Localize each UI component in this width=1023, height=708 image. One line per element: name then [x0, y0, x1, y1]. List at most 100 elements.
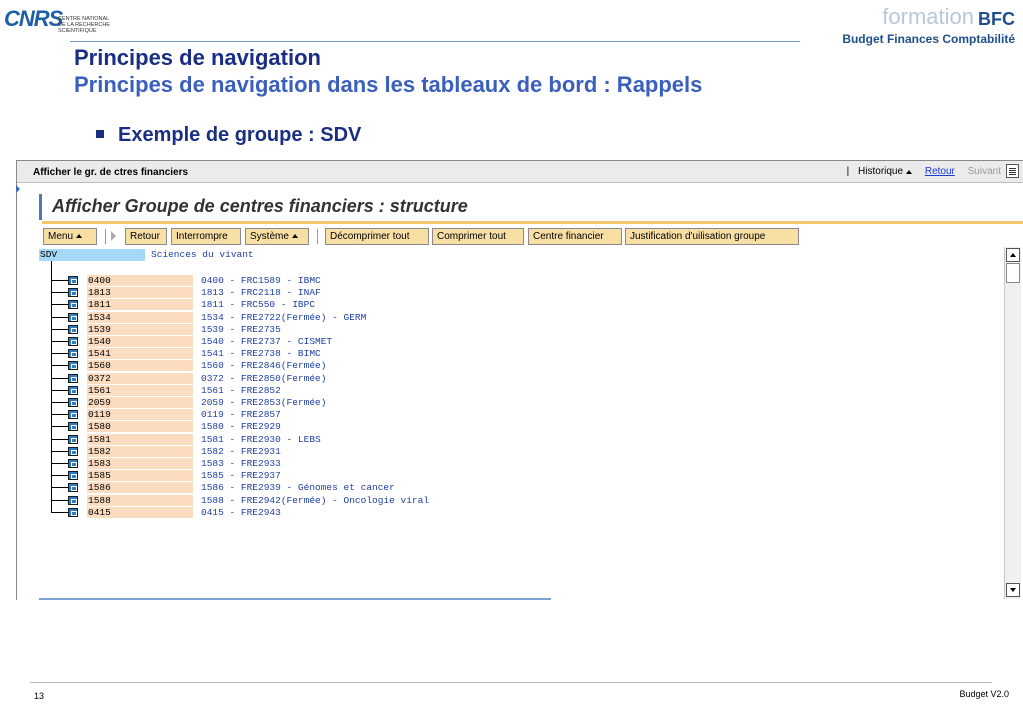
- tree-row-text: 1534 - FRE2722(Fermée) - GERM: [201, 311, 367, 323]
- table-row[interactable]: 0119 0119 - FRE2857: [39, 409, 1005, 421]
- tree-row-key: 1583: [87, 458, 193, 469]
- table-row[interactable]: 1813 1813 - FRC2118 - INAF: [39, 287, 1005, 299]
- expand-node-icon[interactable]: [68, 324, 78, 334]
- expand-node-icon[interactable]: [68, 459, 78, 468]
- slide-subtitle: Principes de navigation dans les tableau…: [74, 72, 703, 97]
- expand-node-icon[interactable]: [68, 446, 78, 456]
- justification-button[interactable]: Justification d'uilisation groupe: [625, 228, 799, 245]
- decomprimer-tout-button[interactable]: Décomprimer tout: [325, 228, 429, 245]
- table-row[interactable]: 1580 1580 - FRE2929: [39, 421, 1005, 433]
- tree-root-text: Sciences du vivant: [151, 249, 254, 260]
- systeme-button-label: Système: [250, 231, 289, 242]
- expand-node-icon[interactable]: [68, 361, 78, 371]
- centre-financier-button[interactable]: Centre financier: [528, 228, 622, 245]
- comprimer-tout-button[interactable]: Comprimer tout: [432, 228, 524, 245]
- tree-connector-line: [51, 426, 68, 428]
- tree-row-key: 1811: [87, 299, 193, 311]
- expand-node-icon[interactable]: [68, 300, 78, 310]
- tree-connector-line: [51, 511, 68, 513]
- expand-node-icon[interactable]: [68, 337, 78, 346]
- scroll-up-icon[interactable]: [1006, 248, 1020, 262]
- tree-row-key: 1586: [87, 482, 193, 494]
- table-row[interactable]: 1588 1588 - FRE2942(Fermée) - Oncologie v…: [39, 494, 1005, 506]
- table-row[interactable]: 0400 0400 - FRC1589 - IBMC: [39, 275, 1005, 286]
- expand-node-icon[interactable]: [68, 483, 78, 493]
- sap-window: Afficher le gr. de ctres financiers | Hi…: [16, 160, 1023, 600]
- tree-row-key: 1582: [87, 445, 193, 457]
- table-row[interactable]: 1582 1582 - FRE2931: [39, 445, 1005, 457]
- table-row[interactable]: 1541 1541 - FRE2738 - BIMC: [39, 348, 1005, 360]
- table-row[interactable]: 1534 1534 - FRE2722(Fermée) - GERM: [39, 311, 1005, 323]
- nav-historique-dropdown[interactable]: Historique: [858, 166, 913, 177]
- table-row[interactable]: 0415 0415 - FRE2943: [39, 506, 1005, 518]
- expand-node-icon[interactable]: [68, 288, 78, 298]
- table-row[interactable]: 1540 1540 - FRE2737 - CISMET: [39, 336, 1005, 347]
- sap-heading-underline: [42, 221, 1023, 224]
- bullet-square-icon: [96, 129, 104, 138]
- chevron-up-icon: [76, 234, 83, 239]
- expand-node-icon[interactable]: [68, 434, 78, 444]
- tree-connector-line: [51, 475, 68, 477]
- tree-row-key: 1585: [87, 470, 193, 482]
- expand-node-icon[interactable]: [68, 471, 78, 481]
- expand-node-icon[interactable]: [68, 349, 78, 359]
- scroll-thumb[interactable]: [1006, 263, 1020, 283]
- tree-connector-line: [51, 365, 68, 367]
- tree-row-key: 2059: [87, 397, 193, 408]
- expand-node-icon[interactable]: [68, 495, 78, 505]
- tree-row-text: 1811 - FRC550 - IBPC: [201, 299, 316, 311]
- tree-connector-line: [51, 341, 68, 342]
- table-row[interactable]: 1581 1581 - FRE2930 - LEBS: [39, 433, 1005, 445]
- table-row[interactable]: 1539 1539 - FRE2735: [39, 323, 1005, 335]
- nav-retour-link[interactable]: Retour: [925, 166, 955, 177]
- sap-heading: Afficher Groupe de centres financiers : …: [39, 194, 1023, 224]
- tree-row-text: 0415 - FRE2943: [201, 506, 281, 518]
- tree-row-text: 1561 - FRE2852: [201, 384, 281, 396]
- tree-connector-line: [51, 499, 68, 501]
- tree-row-text: 1582 - FRE2931: [201, 445, 281, 457]
- table-row[interactable]: 1583 1583 - FRE2933: [39, 458, 1005, 469]
- table-row[interactable]: 2059 2059 - FRE2853(Fermée): [39, 397, 1005, 408]
- sidebar-expand-icon[interactable]: [16, 185, 20, 193]
- interrompre-button[interactable]: Interrompre: [171, 228, 241, 245]
- tree-connector-line: [51, 280, 68, 281]
- retour-button[interactable]: Retour: [125, 228, 167, 245]
- tree-row-key: 1588: [87, 494, 193, 506]
- tree-row-key: 0415: [87, 506, 193, 518]
- sap-menu-icon[interactable]: [1006, 164, 1019, 178]
- sap-nav: | Historique Retour Suivant: [847, 166, 1001, 177]
- slide-title: Principes de navigation: [74, 45, 321, 70]
- scroll-down-icon[interactable]: [1006, 583, 1020, 597]
- tree-row-text: 1541 - FRE2738 - BIMC: [201, 348, 321, 360]
- tree-connector-line: [51, 450, 68, 452]
- sap-tree: SDV Sciences du vivant 0400 0400 - FRC158…: [39, 249, 1005, 597]
- expand-node-icon[interactable]: [68, 410, 78, 420]
- expand-node-icon[interactable]: [68, 398, 78, 407]
- bullet-text: Exemple de groupe : SDV: [118, 124, 362, 146]
- expand-node-icon[interactable]: [68, 373, 78, 383]
- tree-row-key: 1561: [87, 384, 193, 396]
- table-row[interactable]: 0372 0372 - FRE2850(Fermée): [39, 372, 1005, 384]
- table-row[interactable]: 1811 1811 - FRC550 - IBPC: [39, 299, 1005, 311]
- table-row[interactable]: 1586 1586 - FRE2939 - Génomes et cancer: [39, 482, 1005, 494]
- tree-row-text: 1583 - FRE2933: [201, 458, 281, 469]
- tree-row-key: 1541: [87, 348, 193, 360]
- table-row[interactable]: 1585 1585 - FRE2937: [39, 470, 1005, 482]
- expand-node-icon[interactable]: [68, 385, 78, 395]
- menu-button[interactable]: Menu: [43, 228, 97, 245]
- tree-connector-line: [51, 389, 68, 391]
- expand-node-icon[interactable]: [68, 422, 78, 432]
- tree-row-key: 1539: [87, 323, 193, 335]
- expand-node-icon[interactable]: [68, 276, 78, 285]
- tree-row-key: 0372: [87, 372, 193, 384]
- nav-suivant-link[interactable]: Suivant: [968, 166, 1001, 177]
- systeme-button[interactable]: Système: [245, 228, 309, 245]
- expand-node-icon[interactable]: [68, 507, 78, 517]
- tree-root-key[interactable]: SDV: [39, 249, 145, 261]
- expand-node-icon[interactable]: [68, 312, 78, 322]
- vertical-scrollbar[interactable]: [1004, 247, 1021, 599]
- table-row[interactable]: 1561 1561 - FRE2852: [39, 384, 1005, 396]
- table-row[interactable]: 1560 1560 - FRE2846(Fermée): [39, 360, 1005, 372]
- tree-connector-line: [51, 328, 68, 330]
- tree-row-text: 1580 - FRE2929: [201, 421, 281, 433]
